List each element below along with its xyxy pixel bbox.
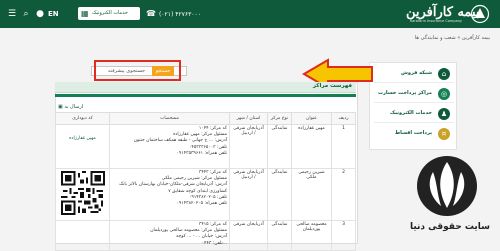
col-header-code[interactable]: کد دیوداری bbox=[55, 112, 110, 125]
sidebar-item-installments[interactable]: پرداخت اقساط ¤ bbox=[374, 126, 454, 142]
province-cell: آذربایجان شرقی bbox=[229, 220, 268, 251]
qr-code-icon[interactable] bbox=[60, 171, 105, 215]
panel-title: فهرست مراکز bbox=[312, 83, 352, 89]
search-icon[interactable]: ⌕ bbox=[20, 8, 32, 20]
title-cell: معصومه صالحی پوردیلمان bbox=[291, 220, 332, 251]
details-cell: کد مرکز: ۳۴۱۵ مسئول مرکز: معصومه صالحی پ… bbox=[109, 220, 230, 251]
grid-icon: ▦ bbox=[81, 9, 89, 18]
company-logo-subtitle: Karafarin Insurance Company bbox=[409, 19, 463, 23]
headset-icon: ☎ bbox=[146, 9, 156, 18]
watermark-text: سایت حقوقی دنیا bbox=[409, 222, 491, 232]
export-button[interactable]: ▣ ارسال به bbox=[58, 103, 85, 111]
index-cell: 3 bbox=[331, 220, 356, 251]
target-icon: ◎ bbox=[438, 88, 450, 100]
qr-cell bbox=[55, 168, 110, 221]
menu-icon[interactable]: ☰ bbox=[6, 8, 18, 20]
table-row[interactable]: کد مرکز: ۳۴۴۳ مسئول مرکز: شیرین رحیمی مل… bbox=[55, 168, 356, 221]
col-header-province[interactable]: استان / شهر bbox=[229, 112, 268, 125]
details-cell: کد مرکز: ۱۰۴۴ مسئول مرکز: مهین غفارزاده … bbox=[109, 124, 230, 169]
province-cell: آذربایجان شرقی / اردبیل bbox=[229, 168, 268, 221]
col-header-index[interactable]: ردیف bbox=[331, 112, 356, 125]
language-switch[interactable]: EN bbox=[48, 8, 59, 20]
type-cell: نمایندگی bbox=[267, 124, 292, 169]
sidebar-item-claim-centers[interactable]: مراکز پرداخت خسارت ◎ bbox=[374, 86, 454, 103]
title-cell: شیرین رحیمی ملکی bbox=[291, 168, 332, 221]
centers-table: کد دیوداری مشخصات استان / شهر نوع مرکز ع… bbox=[55, 112, 356, 251]
breadcrumb[interactable]: بیمه کارآفرین » شعب و نمایندگی ها bbox=[330, 33, 490, 43]
col-header-title[interactable]: عنوان bbox=[291, 112, 332, 125]
panel-header: فهرست مراکز bbox=[55, 82, 356, 93]
people-icon: ♟ bbox=[438, 108, 450, 120]
province-cell: آذربایجان شرقی / اردبیل bbox=[229, 124, 268, 169]
qr-caption: مهین غفارزاده bbox=[69, 136, 96, 141]
sidebar-item-electronic-services[interactable]: خدمات الکترونیک ♟ bbox=[374, 106, 454, 123]
table-row[interactable]: کد مرکز: ۳۴۱۵ مسئول مرکز: معصومه صالحی پ… bbox=[55, 220, 356, 251]
user-icon[interactable]: ● bbox=[34, 8, 46, 20]
table-row[interactable]: مهین غفارزاده کد مرکز: ۱۰۴۴ مسئول مرکز: … bbox=[55, 124, 356, 169]
index-cell: 2 bbox=[331, 168, 356, 221]
search-highlight-annotation bbox=[94, 60, 181, 81]
contact-phone[interactable]: ☎ (۰۲۱) ۴۲۷۶۳۰۰۰ bbox=[146, 8, 201, 21]
col-header-type[interactable]: نوع مرکز bbox=[267, 112, 292, 125]
qr-cell bbox=[55, 220, 110, 251]
index-cell: 1 bbox=[331, 124, 356, 169]
sidebar-menu: شبکه فروش ⌂ مراکز پرداخت خسارت ◎ خدمات ا… bbox=[369, 62, 457, 150]
qr-cell: مهین غفارزاده bbox=[55, 124, 110, 169]
title-cell: مهین غفارزاده bbox=[291, 124, 332, 169]
coins-icon: ¤ bbox=[438, 128, 450, 140]
panel-divider bbox=[55, 94, 356, 97]
top-navbar: بیمه کارآفرین Karafarin Insurance Compan… bbox=[0, 0, 500, 28]
network-icon: ⌂ bbox=[438, 68, 450, 80]
sidebar-item-sales-network[interactable]: شبکه فروش ⌂ bbox=[374, 66, 454, 83]
details-cell: کد مرکز: ۳۴۴۳ مسئول مرکز: شیرین رحیمی مل… bbox=[109, 168, 230, 221]
col-header-details[interactable]: مشخصات bbox=[109, 112, 230, 125]
electronic-services-button[interactable]: ▦ خدمات الکترونیک bbox=[78, 7, 140, 20]
type-cell: نمایندگی bbox=[267, 220, 292, 251]
type-cell: نمایندگی bbox=[267, 168, 292, 221]
excel-icon: ▣ bbox=[58, 104, 63, 110]
table-header-row: کد دیوداری مشخصات استان / شهر نوع مرکز ع… bbox=[55, 112, 356, 125]
